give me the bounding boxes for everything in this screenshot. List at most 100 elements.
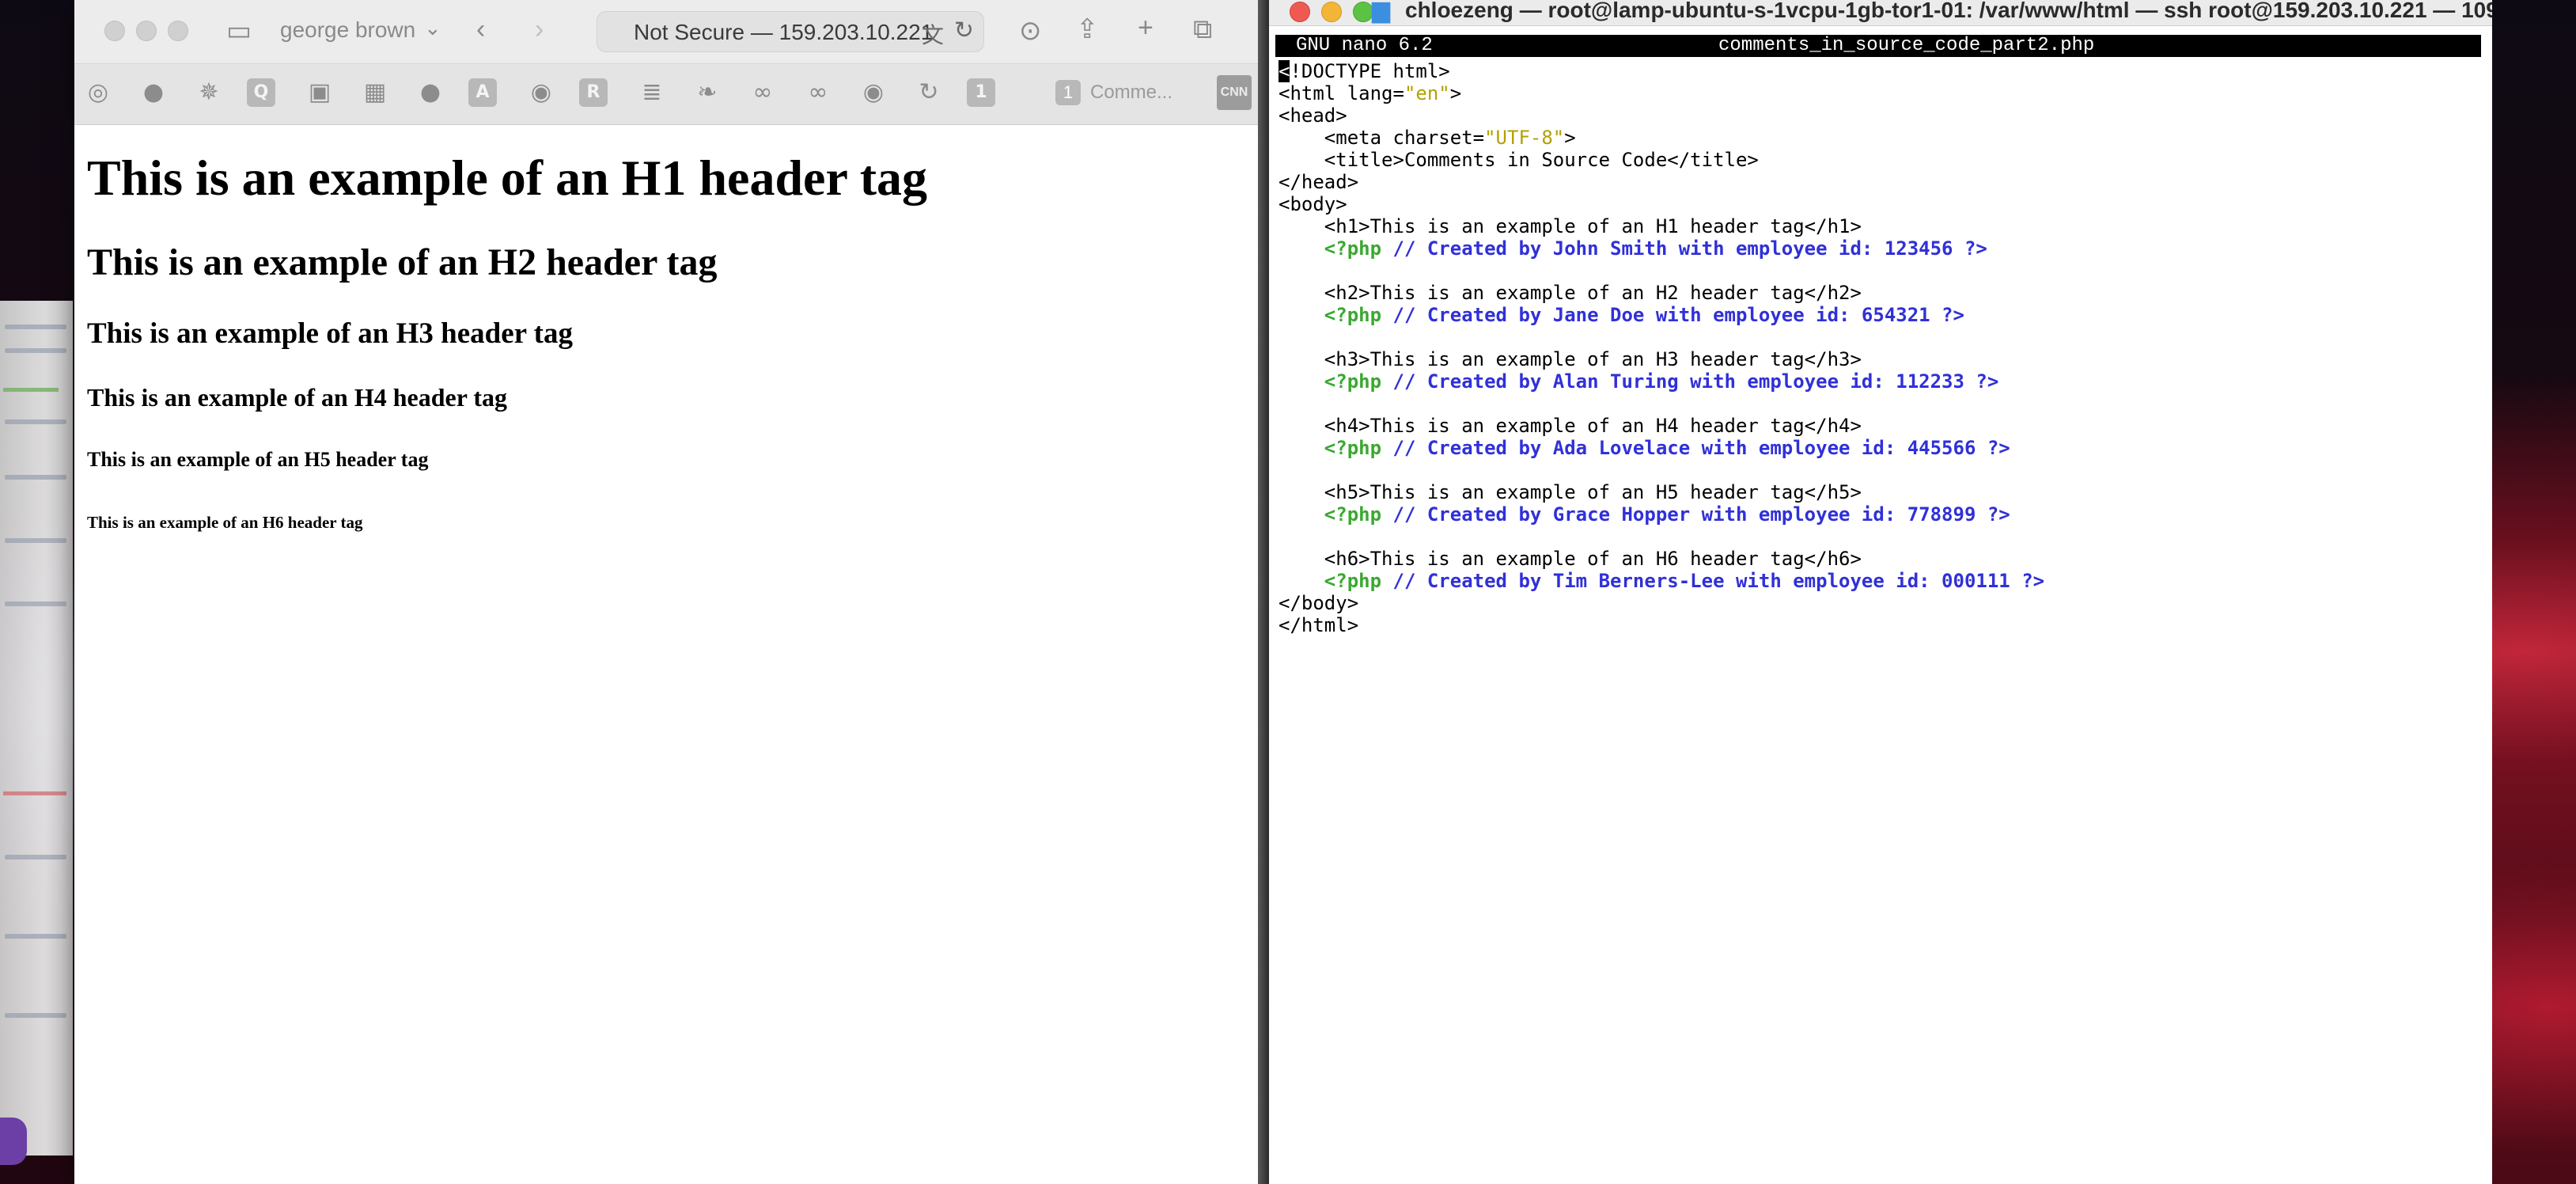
- favorite-r-icon[interactable]: R: [579, 78, 608, 107]
- code-token: <?php: [1324, 437, 1382, 459]
- reload-icon[interactable]: ↻: [954, 17, 974, 44]
- favorite-camera-icon[interactable]: ▣: [302, 75, 337, 110]
- code-line: ​: [1279, 526, 2044, 548]
- favorite-github-icon[interactable]: ◉: [524, 75, 559, 110]
- code-line: <?php // Created by John Smith with empl…: [1279, 237, 2044, 260]
- code-line: </body>: [1279, 592, 2044, 614]
- code-line: <h5>This is an example of an H5 header t…: [1279, 481, 2044, 503]
- forward-icon[interactable]: ›: [535, 16, 544, 43]
- favorite-one-icon[interactable]: 1: [967, 78, 995, 107]
- favorite-grid-icon[interactable]: ▦: [358, 75, 392, 110]
- dock-app-icon[interactable]: [0, 1118, 27, 1165]
- code-line: <h6>This is an example of an H6 header t…: [1279, 548, 2044, 570]
- code-token: <body>: [1279, 193, 1347, 215]
- favorite-apple-icon[interactable]: ●: [136, 75, 171, 110]
- code-token: <head>: [1279, 104, 1347, 127]
- code-token: // Created by Jane Doe with employee id:…: [1381, 304, 1964, 326]
- code-token: <html lang=: [1279, 82, 1404, 104]
- code-line: <?php // Created by Ada Lovelace with em…: [1279, 437, 2044, 459]
- code-token: <h2>This is an example of an H2 header t…: [1279, 282, 1862, 304]
- terminal-title: chloezeng — root@lamp-ubuntu-s-1vcpu-1gb…: [1405, 0, 2492, 22]
- favorite-globe-icon[interactable]: ◎: [81, 75, 116, 110]
- terminal-close-button[interactable]: [1290, 2, 1310, 22]
- code-buffer[interactable]: <!DOCTYPE html> <html lang="en"> <head> <m…: [1279, 60, 2044, 636]
- code-token: <?php: [1324, 570, 1382, 592]
- code-token: <h4>This is an example of an H4 header t…: [1279, 415, 1862, 437]
- favorite-link-icon-2[interactable]: ∞: [801, 75, 835, 110]
- h2-heading: This is an example of an H2 header tag: [87, 241, 718, 283]
- favorite-feather-icon[interactable]: ❧: [690, 75, 725, 110]
- share-icon[interactable]: ⇪: [1076, 16, 1099, 43]
- h4-heading: This is an example of an H4 header tag: [87, 383, 507, 412]
- chevron-down-icon[interactable]: ⌄: [424, 16, 441, 40]
- code-token: "UTF-8": [1484, 127, 1565, 149]
- code-token: <h5>This is an example of an H5 header t…: [1279, 481, 1862, 503]
- terminal-zoom-button[interactable]: [1353, 2, 1373, 22]
- profile-name[interactable]: george brown: [280, 17, 415, 43]
- page-content: This is an example of an H1 header tag T…: [74, 125, 1258, 1184]
- favorite-openai-icon[interactable]: ✵: [191, 75, 226, 110]
- code-token: <meta charset=: [1279, 127, 1485, 149]
- code-line: <h1>This is an example of an H1 header t…: [1279, 215, 2044, 237]
- nano-filename: comments_in_source_code_part2.php: [1718, 35, 2095, 56]
- favorite-github-icon-2[interactable]: ◉: [856, 75, 891, 110]
- favorite-link-icon[interactable]: ∞: [745, 75, 780, 110]
- code-token: </body>: [1279, 592, 1359, 614]
- code-line: <?php // Created by Tim Berners-Lee with…: [1279, 570, 2044, 592]
- code-token: // Created by Ada Lovelace with employee…: [1381, 437, 2010, 459]
- tab-label: Comme...: [1090, 82, 1173, 103]
- terminal-window: ▆ chloezeng — root@lamp-ubuntu-s-1vcpu-1…: [1269, 0, 2492, 1184]
- favorite-q-icon[interactable]: Q: [247, 78, 275, 107]
- code-token: <?php: [1324, 237, 1382, 260]
- h3-heading: This is an example of an H3 header tag: [87, 317, 573, 350]
- code-line: <html lang="en">: [1279, 82, 2044, 104]
- background-window: [0, 301, 73, 1156]
- close-button[interactable]: [104, 21, 125, 41]
- code-token: <h1>This is an example of an H1 header t…: [1279, 215, 1862, 237]
- code-line: <?php // Created by Jane Doe with employ…: [1279, 304, 2044, 326]
- address-bar[interactable]: Not Secure — 159.203.10.221 文 ↻: [597, 11, 984, 52]
- nano-header: GNU nano 6.2 comments_in_source_code_par…: [1275, 35, 2481, 57]
- code-line: <body>: [1279, 193, 2044, 215]
- zoom-button[interactable]: [168, 21, 188, 41]
- sidebar-icon[interactable]: ▭: [226, 17, 252, 44]
- code-line: ​: [1279, 393, 2044, 415]
- minimize-button[interactable]: [136, 21, 157, 41]
- code-token: // Created by John Smith with employee i…: [1381, 237, 1987, 260]
- code-token: <?php: [1324, 503, 1382, 526]
- favorite-filter-icon[interactable]: ≣: [635, 75, 669, 110]
- favorite-apple-icon-2[interactable]: ●: [413, 75, 448, 110]
- code-line: </head>: [1279, 171, 2044, 193]
- window-divider: [1258, 0, 1269, 1184]
- new-tab-icon[interactable]: +: [1138, 14, 1154, 41]
- download-icon[interactable]: ⊙: [1019, 17, 1042, 44]
- address-text: Not Secure — 159.203.10.221: [634, 20, 934, 44]
- cnn-favorite[interactable]: CNN: [1217, 75, 1252, 110]
- code-line: <h2>This is an example of an H2 header t…: [1279, 282, 2044, 304]
- folder-icon: ▆: [1372, 0, 1391, 23]
- code-line: ​: [1279, 459, 2044, 481]
- translate-icon[interactable]: 文: [922, 18, 944, 50]
- back-icon[interactable]: ‹: [476, 16, 485, 43]
- code-line: <title>Comments in Source Code</title>: [1279, 149, 2044, 171]
- h5-heading: This is an example of an H5 header tag: [87, 448, 429, 471]
- code-token: >: [1564, 127, 1576, 149]
- code-token: <?php: [1324, 370, 1382, 393]
- nano-version: GNU nano 6.2: [1296, 35, 1433, 56]
- desktop-background-right: [2492, 0, 2576, 1184]
- favorite-a-icon[interactable]: A: [468, 78, 497, 107]
- tab-overview-icon[interactable]: ⧉: [1193, 16, 1212, 43]
- code-line: <!DOCTYPE html>: [1279, 60, 2044, 82]
- code-token: </head>: [1279, 171, 1359, 193]
- h1-heading: This is an example of an H1 header tag: [87, 150, 927, 206]
- favorite-sync-icon[interactable]: ↻: [911, 75, 946, 110]
- code-line: <head>: [1279, 104, 2044, 127]
- terminal-minimize-button[interactable]: [1321, 2, 1342, 22]
- code-token: <h6>This is an example of an H6 header t…: [1279, 548, 1862, 570]
- nano-editor[interactable]: GNU nano 6.2 comments_in_source_code_par…: [1275, 35, 2481, 1175]
- code-line: ​: [1279, 260, 2044, 282]
- code-line: <meta charset="UTF-8">: [1279, 127, 2044, 149]
